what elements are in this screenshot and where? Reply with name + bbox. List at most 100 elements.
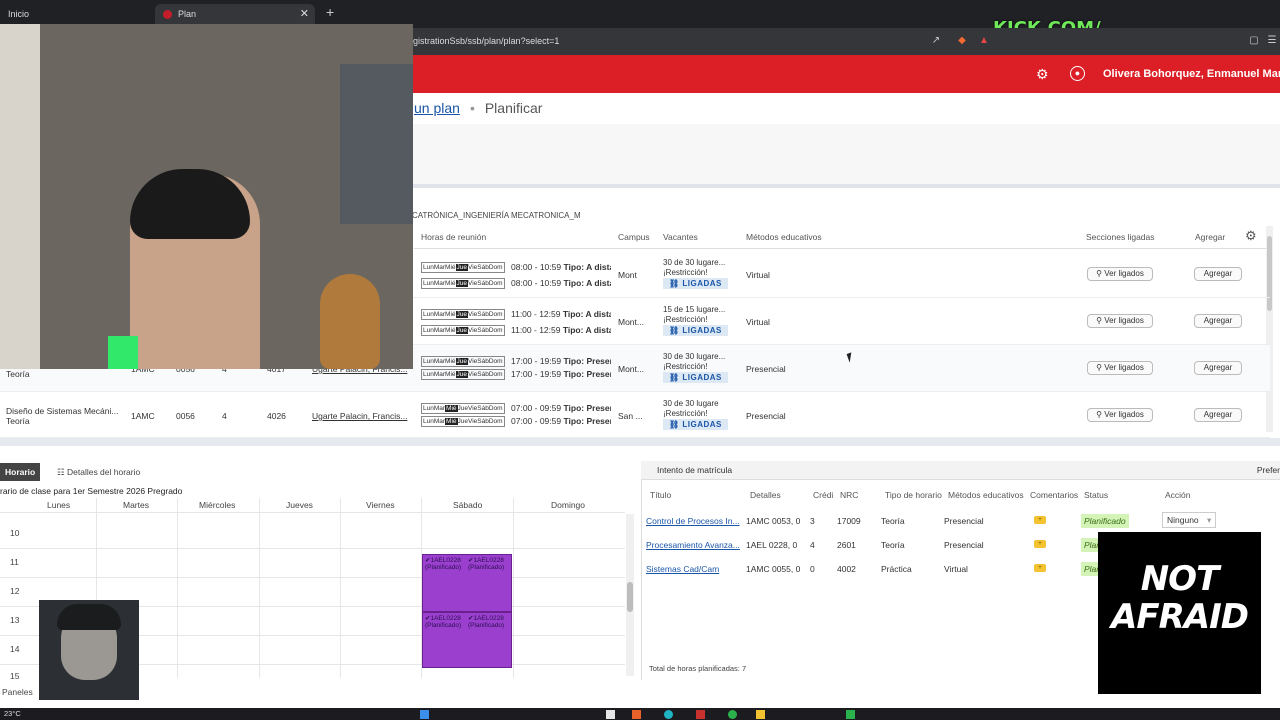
windows-start-icon[interactable] bbox=[420, 710, 429, 719]
col-horas[interactable]: Horas de reunión bbox=[421, 232, 486, 242]
cart-metodo: Virtual bbox=[944, 564, 968, 574]
meeting-days: LunMarMiéJueVieSábDom bbox=[421, 356, 505, 367]
tab-horario[interactable]: Horario bbox=[0, 463, 40, 481]
breadcrumb-link[interactable]: un plan bbox=[414, 100, 460, 116]
ligadas-badge[interactable]: ⛓ LIGADAS bbox=[663, 278, 728, 289]
guitar bbox=[320, 274, 380, 369]
campus: Mont... bbox=[618, 364, 644, 374]
new-tab-icon[interactable]: + bbox=[326, 4, 334, 20]
agregar-button[interactable]: Agregar bbox=[1194, 361, 1242, 375]
cart-col-tipo[interactable]: Tipo de horario bbox=[885, 490, 942, 500]
meeting-days: LunMarMiéJueVieSábDom bbox=[421, 403, 505, 414]
cart-col-detalles[interactable]: Detalles bbox=[750, 490, 781, 500]
menu-icon[interactable]: ☰ bbox=[1266, 35, 1278, 47]
weather-temp[interactable]: 23°C bbox=[4, 709, 21, 718]
cart-nrc: 2601 bbox=[837, 540, 856, 550]
agregar-button[interactable]: Agregar bbox=[1194, 408, 1242, 422]
grid-line bbox=[177, 498, 178, 678]
tab-label: Inicio bbox=[8, 9, 30, 19]
col-vacantes[interactable]: Vacantes bbox=[663, 232, 698, 242]
url-field[interactable]: gistrationSsb/ssb/plan/plan?select=1 bbox=[413, 28, 559, 55]
hour-label: 13 bbox=[10, 615, 20, 625]
ver-ligados-button[interactable]: ⚲ Ver ligados bbox=[1087, 361, 1153, 375]
vacantes: 30 de 30 lugare bbox=[663, 399, 719, 408]
share-icon[interactable]: ↗ bbox=[930, 35, 942, 47]
ver-ligados-button[interactable]: ⚲ Ver ligados bbox=[1087, 314, 1153, 328]
action-select[interactable]: Ninguno ▾ bbox=[1162, 512, 1216, 528]
agregar-button[interactable]: Agregar bbox=[1194, 267, 1242, 281]
browser-tab-inicio[interactable]: Inicio bbox=[0, 4, 150, 24]
ver-ligados-button[interactable]: ⚲ Ver ligados bbox=[1087, 408, 1153, 422]
grid-line bbox=[513, 498, 514, 678]
ver-ligados-button[interactable]: ⚲ Ver ligados bbox=[1087, 267, 1153, 281]
app-icon[interactable] bbox=[696, 710, 705, 719]
app-icon[interactable] bbox=[606, 710, 615, 719]
crn: 4026 bbox=[267, 411, 286, 421]
campus: San ... bbox=[618, 411, 643, 421]
cart-tipo: Práctica bbox=[881, 564, 912, 574]
tab-detalles[interactable]: ☷ Detalles del horario bbox=[57, 463, 140, 481]
restriccion: ¡Restricción! bbox=[663, 315, 708, 324]
subject: 1AMC bbox=[131, 411, 155, 421]
avatar-image bbox=[39, 600, 139, 700]
panels-label[interactable]: Paneles bbox=[2, 687, 33, 697]
meeting-time: 17:00 - 19:59 Tipo: Presencial bbox=[511, 369, 611, 379]
col-campus[interactable]: Campus bbox=[618, 232, 650, 242]
app-icon[interactable] bbox=[664, 710, 673, 719]
cart-col-titulo[interactable]: Título bbox=[650, 490, 671, 500]
cart-details: 1AMC 0055, 0 bbox=[746, 564, 801, 574]
day-header: Miércoles bbox=[199, 500, 236, 510]
ligadas-badge[interactable]: ⛓ LIGADAS bbox=[663, 325, 728, 336]
block-label: ✔1AEL0228 (Planificado) bbox=[468, 615, 505, 629]
schedule-scrollbar[interactable] bbox=[626, 514, 634, 676]
window-icon[interactable]: ▢ bbox=[1248, 35, 1260, 47]
user-avatar-icon[interactable]: ● bbox=[1070, 66, 1085, 81]
course-title[interactable]: Diseño de Sistemas Mecáni... bbox=[6, 406, 118, 416]
cart-col-status[interactable]: Status bbox=[1084, 490, 1108, 500]
brave-rewards-icon[interactable]: ▲ bbox=[978, 35, 990, 47]
col-agregar[interactable]: Agregar bbox=[1195, 232, 1225, 242]
col-metodos[interactable]: Métodos educativos bbox=[746, 232, 822, 242]
cart-course-link[interactable]: Control de Procesos In... bbox=[646, 516, 740, 526]
app-icon[interactable] bbox=[846, 710, 855, 719]
plan-title: CATRÓNICA_INGENIERÍA MECATRONICA_M bbox=[412, 211, 581, 220]
meeting-time: 07:00 - 09:59 Tipo: Presencial bbox=[511, 416, 611, 426]
cart-col-nrc[interactable]: NRC bbox=[840, 490, 858, 500]
grid-line bbox=[340, 498, 341, 678]
cart-course-link[interactable]: Procesamiento Avanza... bbox=[646, 540, 740, 550]
meeting-days: LunMarMiéJueVieSábDom bbox=[421, 278, 505, 289]
comment-icon[interactable]: + bbox=[1034, 540, 1046, 548]
table-settings-gear-icon[interactable]: ⚙ bbox=[1245, 228, 1257, 244]
comment-icon[interactable]: + bbox=[1034, 516, 1046, 524]
not-afraid-badge: NOT AFRAID bbox=[1098, 532, 1261, 694]
instructor-link[interactable]: Ugarte Palacin, Francis... bbox=[312, 411, 407, 421]
folder-icon[interactable] bbox=[756, 710, 765, 719]
breadcrumb-separator: • bbox=[469, 100, 475, 116]
schedule-title: rario de clase para 1er Semestre 2026 Pr… bbox=[0, 486, 183, 496]
panel-divider[interactable] bbox=[0, 438, 1280, 446]
cart-details: 1AMC 0053, 0 bbox=[746, 516, 801, 526]
app-icon[interactable] bbox=[632, 710, 641, 719]
cart-course-link[interactable]: Sistemas Cad/Cam bbox=[646, 564, 719, 574]
cart-col-comentarios[interactable]: Comentarios bbox=[1030, 490, 1078, 500]
ligadas-badge[interactable]: ⛓ LIGADAS bbox=[663, 419, 728, 430]
cart-credits: 3 bbox=[810, 516, 815, 526]
app-icon[interactable] bbox=[728, 710, 737, 719]
cart-col-creditos[interactable]: Crédi bbox=[813, 490, 833, 500]
comment-icon[interactable]: + bbox=[1034, 564, 1046, 572]
preferences-link[interactable]: Prefer bbox=[1257, 465, 1280, 475]
credits: 4 bbox=[222, 411, 227, 421]
col-secciones[interactable]: Secciones ligadas bbox=[1086, 232, 1155, 242]
close-tab-icon[interactable]: ✕ bbox=[300, 4, 309, 24]
cart-col-accion[interactable]: Acción bbox=[1165, 490, 1191, 500]
brave-shield-icon[interactable]: ◆ bbox=[956, 35, 968, 47]
ligadas-badge[interactable]: ⛓ LIGADAS bbox=[663, 372, 728, 383]
agregar-button[interactable]: Agregar bbox=[1194, 314, 1242, 328]
schedule-block[interactable]: ✔1AEL0228 (Planificado) ✔1AEL0228 (Planifi… bbox=[422, 554, 512, 612]
scrollbar-thumb[interactable] bbox=[627, 582, 633, 612]
browser-tab-plan[interactable]: Plan ✕ bbox=[155, 4, 315, 24]
settings-gear-icon[interactable]: ⚙ bbox=[1036, 66, 1049, 83]
user-name[interactable]: Olivera Bohorquez, Enmanuel Mar bbox=[1103, 55, 1280, 93]
schedule-block[interactable]: ✔1AEL0228 (Planificado) ✔1AEL0228 (Planifi… bbox=[422, 612, 512, 668]
cart-col-metodos[interactable]: Métodos educativos bbox=[948, 490, 1024, 500]
